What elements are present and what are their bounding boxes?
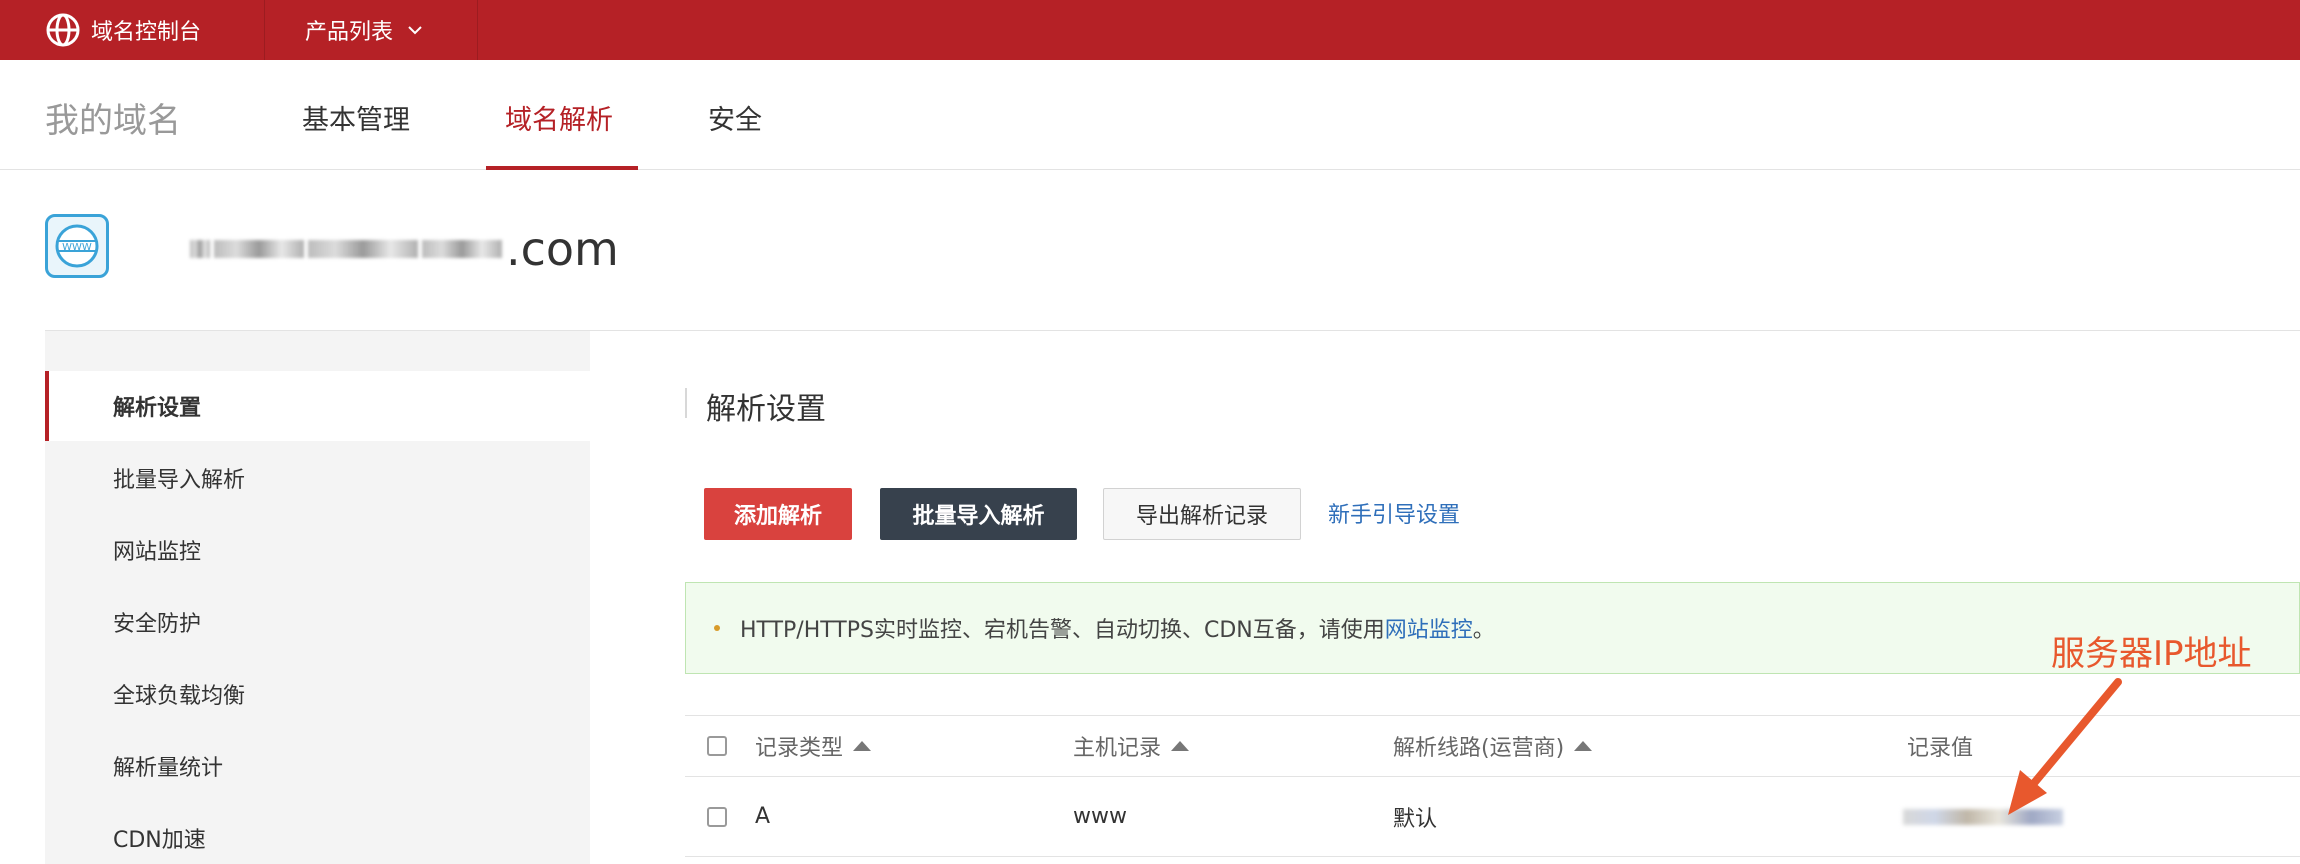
product-list-label: 产品列表 xyxy=(305,20,394,45)
top-bar: 域名控制台 产品列表 xyxy=(0,0,2300,60)
redacted-text xyxy=(308,240,418,258)
tab-dns-resolution[interactable]: 域名解析 xyxy=(505,98,613,137)
section-title: 解析设置 xyxy=(706,392,826,427)
console-title: 域名控制台 xyxy=(91,20,202,45)
column-record-value: 记录值 xyxy=(1907,716,1973,776)
record-value-cell xyxy=(1903,777,2063,856)
batch-import-button[interactable]: 批量导入解析 xyxy=(880,488,1077,540)
column-line[interactable]: 解析线路(运营商) xyxy=(1393,716,1593,776)
tab-basic-management[interactable]: 基本管理 xyxy=(302,98,410,137)
sidebar-item-query-stats[interactable]: 解析量统计 xyxy=(45,731,590,801)
sidebar-item-batch-import[interactable]: 批量导入解析 xyxy=(45,443,590,513)
sidebar-item-global-load-balance[interactable]: 全球负载均衡 xyxy=(45,659,590,729)
sidebar-item-dns-settings[interactable]: 解析设置 xyxy=(45,371,590,441)
notice-text: HTTP/HTTPS实时监控、宕机告警、自动切换、CDN互备，请使用 xyxy=(740,618,1385,643)
checkbox-icon xyxy=(707,736,727,756)
redacted-text xyxy=(422,240,502,258)
page-title: 我的域名 xyxy=(45,101,181,141)
sort-up-icon xyxy=(1171,741,1190,751)
column-label: 解析线路(运营商) xyxy=(1393,736,1565,761)
line-cell: 默认 xyxy=(1393,806,1438,832)
www-domain-icon: WWW xyxy=(45,214,109,278)
redacted-text xyxy=(214,240,304,258)
host-cell: www xyxy=(1073,804,1127,829)
beginner-guide-link[interactable]: 新手引导设置 xyxy=(1328,497,1460,529)
sidebar-item-security-protection[interactable]: 安全防护 xyxy=(45,587,590,657)
notice-suffix: 。 xyxy=(1472,618,1495,643)
active-tab-indicator xyxy=(486,166,638,170)
record-type-cell: A xyxy=(755,804,771,829)
table-row: A www 默认 xyxy=(685,777,2300,857)
row-checkbox[interactable] xyxy=(707,777,727,856)
column-label: 记录值 xyxy=(1907,736,1974,761)
redacted-text xyxy=(190,240,210,258)
svg-text:WWW: WWW xyxy=(62,242,92,253)
column-record-type[interactable]: 记录类型 xyxy=(755,716,872,776)
bullet-icon xyxy=(714,625,720,631)
select-all-checkbox[interactable] xyxy=(707,716,727,776)
column-label: 记录类型 xyxy=(755,736,844,761)
table-header: 记录类型 主机记录 解析线路(运营商) 记录值 xyxy=(685,715,2300,777)
annotation-label: 服务器IP地址 xyxy=(2051,634,2252,674)
globe-icon xyxy=(46,13,80,47)
domain-name: .com xyxy=(190,222,619,276)
sidebar-item-cdn[interactable]: CDN加速 xyxy=(45,803,590,864)
add-record-button[interactable]: 添加解析 xyxy=(704,488,852,540)
domain-nav: 我的域名 基本管理 域名解析 安全 xyxy=(0,60,2300,170)
chevron-down-icon xyxy=(408,26,422,35)
column-label: 主机记录 xyxy=(1073,736,1162,761)
console-home-link[interactable]: 域名控制台 xyxy=(0,0,265,60)
sidebar: 解析设置 批量导入解析 网站监控 安全防护 全球负载均衡 解析量统计 CDN加速 xyxy=(45,331,590,864)
tab-security[interactable]: 安全 xyxy=(708,98,762,137)
product-list-dropdown[interactable]: 产品列表 xyxy=(265,0,478,60)
domain-suffix: .com xyxy=(506,222,619,276)
export-records-button[interactable]: 导出解析记录 xyxy=(1103,488,1301,540)
checkbox-icon xyxy=(707,806,727,827)
sort-up-icon xyxy=(853,741,872,751)
site-monitor-link[interactable]: 网站监控 xyxy=(1385,612,1473,644)
sort-up-icon xyxy=(1574,741,1593,751)
sidebar-item-site-monitor[interactable]: 网站监控 xyxy=(45,515,590,585)
section-title-bar xyxy=(685,388,687,418)
redacted-ip xyxy=(1903,808,2063,825)
column-host[interactable]: 主机记录 xyxy=(1073,716,1190,776)
